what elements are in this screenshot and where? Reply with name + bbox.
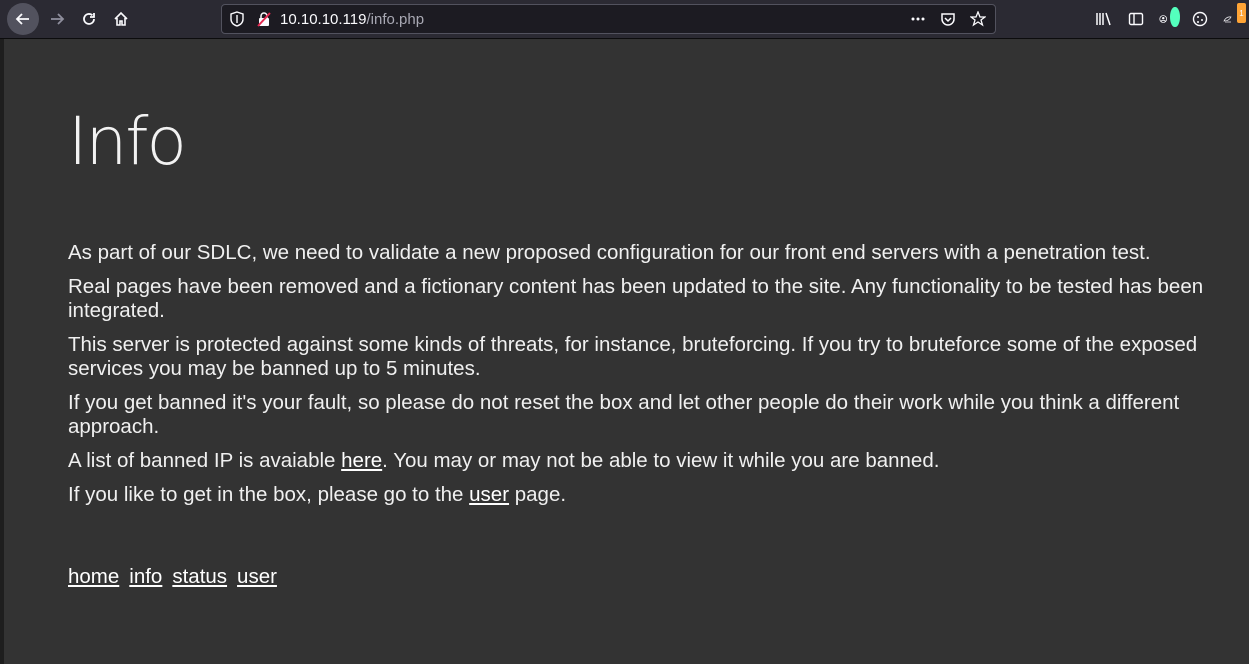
reload-icon [83, 13, 95, 25]
user-page-link[interactable]: user [469, 483, 509, 506]
reload-button[interactable] [73, 3, 105, 35]
banned-list-link[interactable]: here [341, 449, 382, 472]
url-path: /info.php [366, 11, 425, 28]
url-host: 10.10.10.119 [280, 11, 367, 28]
extension-icon[interactable]: 1 [1223, 3, 1246, 29]
extension-badge: 1 [1237, 3, 1246, 23]
arrow-right-icon [51, 13, 65, 25]
url-text: 10.10.10.119/info.php [280, 11, 424, 28]
paragraph-banned-list: A list of banned IP is avaiable here. Yo… [68, 449, 1243, 473]
account-icon[interactable] [1159, 7, 1180, 29]
browser-toolbar: 10.10.10.119/info.php 1 [0, 0, 1249, 39]
cookie-icon[interactable] [1191, 9, 1209, 29]
sidebar-icon[interactable] [1127, 9, 1145, 29]
paragraph-banned: If you get banned it's your fault, so pl… [68, 391, 1180, 438]
insecure-lock-icon[interactable] [256, 11, 272, 27]
nav-link-home[interactable]: home [68, 565, 119, 589]
arrow-left-icon [15, 13, 29, 25]
banned-text-before: A list of banned IP is avaiable [68, 449, 342, 472]
paragraph-real-pages: Real pages have been removed and a ficti… [68, 275, 1204, 322]
notification-dot [1170, 7, 1180, 27]
paragraph-bruteforce: This server is protected against some ki… [68, 333, 1198, 380]
more-actions-icon[interactable] [909, 10, 927, 28]
paragraph-user: If you like to get in the box, please go… [68, 483, 1243, 507]
forward-button[interactable] [41, 3, 73, 35]
paragraph-sdlc: As part of our SDLC, we need to validate… [68, 241, 1151, 264]
nav-link-info[interactable]: info [129, 565, 162, 589]
nav-link-status[interactable]: status [172, 565, 227, 589]
window-edge [0, 39, 4, 664]
user-text-after: page. [509, 483, 567, 506]
nav-link-user[interactable]: user [237, 565, 277, 589]
footer-nav: home info status user [68, 565, 1243, 589]
banned-text-after: . You may or may not be able to view it … [382, 449, 940, 472]
library-icon[interactable] [1095, 9, 1113, 29]
shield-icon[interactable] [229, 11, 245, 27]
back-button[interactable] [7, 3, 39, 35]
home-icon [114, 11, 128, 26]
bookmark-star-icon[interactable] [969, 10, 987, 28]
page-title: Info [68, 103, 187, 180]
user-text-before: If you like to get in the box, please go… [68, 483, 470, 506]
url-bar[interactable]: 10.10.10.119/info.php [221, 4, 996, 34]
pocket-icon[interactable] [939, 10, 957, 28]
home-button[interactable] [105, 3, 137, 35]
page-content: Info As part of our SDLC, we need to val… [68, 39, 1243, 589]
